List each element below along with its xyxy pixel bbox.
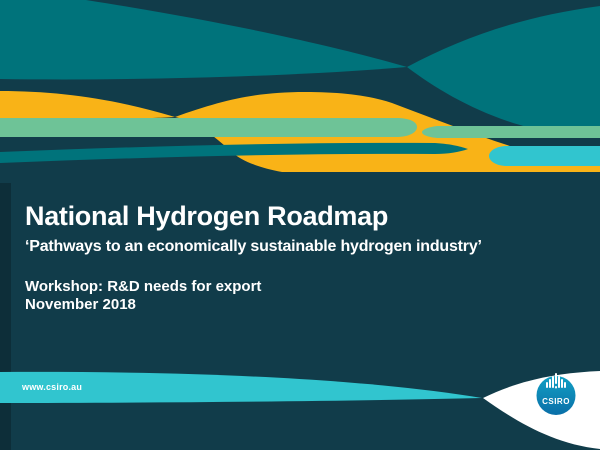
mint-band-left <box>0 118 417 137</box>
banner-graphic <box>0 0 600 185</box>
footer-graphic: CSIRO <box>0 371 600 449</box>
slide-title: National Hydrogen Roadmap <box>25 201 389 231</box>
date-line: November 2018 <box>25 296 136 313</box>
logo-wordmark: CSIRO <box>542 397 570 406</box>
slide-root: National Hydrogen Roadmap ‘Pathways to a… <box>0 0 600 450</box>
csiro-url: www.csiro.au <box>22 382 83 392</box>
mint-band-right <box>422 126 600 138</box>
slide-subtitle: ‘Pathways to an economically sustainable… <box>25 238 482 255</box>
workshop-line: Workshop: R&D needs for export <box>25 278 262 295</box>
cyan-capsule <box>489 146 600 166</box>
